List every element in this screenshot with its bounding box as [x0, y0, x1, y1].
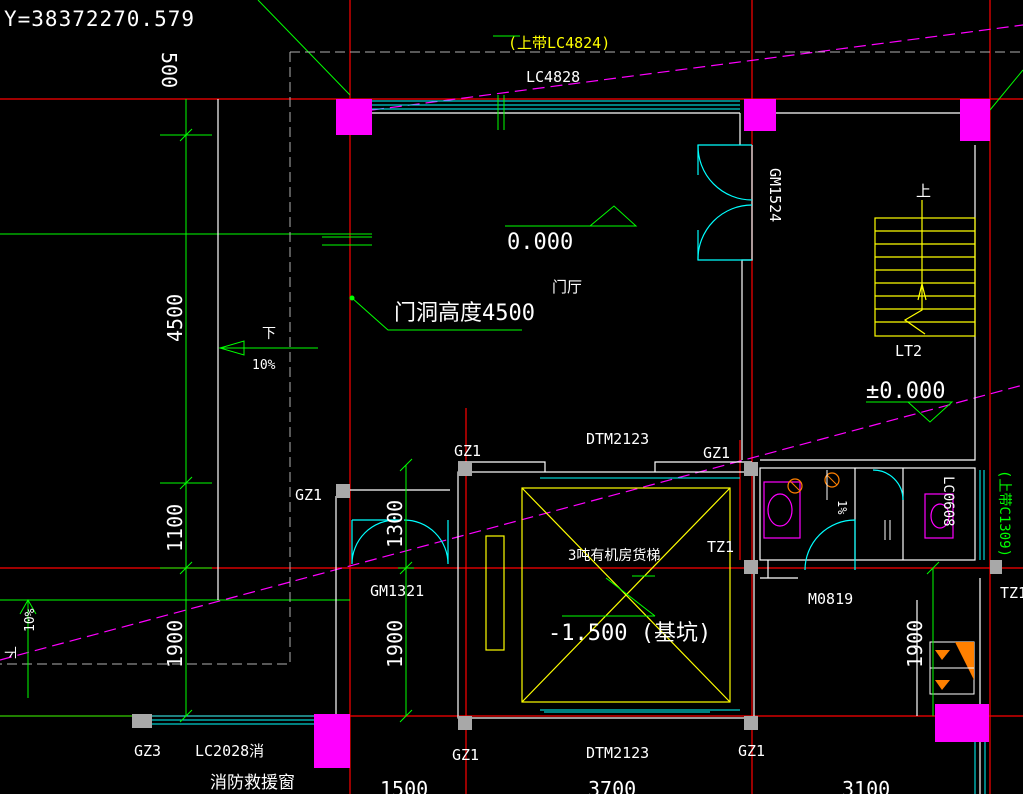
- column-gz1-label: GZ1: [452, 746, 479, 764]
- equipment-hatch: [929, 641, 975, 695]
- stair-lt2: [874, 200, 976, 337]
- dimension-text: 1900: [903, 620, 927, 668]
- door-left-label: GM1321: [370, 582, 424, 600]
- column-gray: [990, 560, 1002, 574]
- column-magenta: [935, 704, 989, 742]
- stair-up-label: 上: [916, 182, 931, 200]
- column-tz1-label: TZ1: [1000, 584, 1023, 602]
- column-magenta: [960, 99, 990, 141]
- toilet-slope-label: 1%: [835, 500, 849, 515]
- coordinate-readout: Y=38372270.579: [4, 7, 195, 31]
- column-gray: [458, 462, 472, 476]
- window-bottom-label: LC2028消: [195, 742, 264, 760]
- door-opening-height-label: 门洞高度4500: [394, 301, 535, 326]
- column-gz1-label: GZ1: [703, 444, 730, 462]
- dimension-text: 3100: [842, 777, 890, 794]
- elevation-stair: ±0.000: [866, 379, 945, 404]
- window-top-label: LC4828: [526, 68, 580, 86]
- column-gray: [744, 462, 758, 476]
- dimension-text: 1900: [163, 620, 187, 668]
- column-gray: [132, 714, 152, 728]
- column-gz1-label: GZ1: [295, 486, 322, 504]
- window-toilet-label: LC0608: [940, 476, 956, 527]
- toilet-fixtures: [763, 470, 954, 540]
- green-guides: [0, 0, 1023, 717]
- columns: [132, 99, 1002, 768]
- slope-left-direction: 下: [262, 326, 276, 342]
- column-gray: [458, 716, 472, 730]
- slope-far-left-percent: 10%: [23, 608, 38, 632]
- room-lobby-label: 门厅: [552, 278, 582, 296]
- column-magenta: [336, 99, 372, 135]
- door-toilet-label: M0819: [808, 590, 853, 608]
- dimension-text: 500: [157, 52, 181, 88]
- slope-left-percent: 10%: [252, 358, 276, 373]
- dimension-text: 1300: [383, 500, 407, 548]
- dimension-text: 1100: [163, 504, 187, 552]
- windows: [152, 100, 986, 794]
- column-gz1-label: GZ1: [454, 442, 481, 460]
- rescue-window-label: 消防救援窗: [210, 773, 295, 793]
- dashed-outline: [0, 51, 1023, 665]
- column-tz1-label: TZ1: [707, 538, 734, 556]
- dimension-text: 4500: [163, 294, 187, 342]
- column-gray: [336, 484, 350, 498]
- cad-drawing-canvas[interactable]: Y=38372270.579 (上带LC4824) LC4828 GM1524 …: [0, 0, 1023, 794]
- dimension-text: 1500: [380, 777, 428, 794]
- window-top-alt-label: (上带LC4824): [508, 34, 610, 52]
- column-magenta: [744, 99, 776, 131]
- column-gray: [744, 560, 758, 574]
- elevator-door-bottom-label: DTM2123: [586, 744, 649, 762]
- elevator-car: [485, 487, 731, 703]
- column-gray: [744, 716, 758, 730]
- elevator-pit-label: -1.500 (基坑): [548, 621, 711, 646]
- labels: Y=38372270.579 (上带LC4824) LC4828 GM1524 …: [2, 7, 1023, 794]
- window-right-alt-label: (上带C1309): [996, 470, 1012, 557]
- dimension-text: 1900: [383, 620, 407, 668]
- column-gz1-label: GZ1: [738, 742, 765, 760]
- dashed-slope-lines: [0, 24, 1023, 661]
- door-right-label: GM1524: [766, 168, 784, 222]
- column-magenta: [314, 714, 350, 768]
- dimension-text: 3700: [588, 777, 636, 794]
- elevator-name-label: 3吨有机房货梯: [568, 547, 660, 564]
- doors: [351, 144, 904, 571]
- stair-name-label: LT2: [895, 342, 922, 360]
- column-gz3-label: GZ3: [134, 742, 161, 760]
- elevator-door-top-label: DTM2123: [586, 430, 649, 448]
- slope-far-left-direction: 下: [2, 646, 17, 659]
- elevation-lobby: 0.000: [507, 230, 573, 255]
